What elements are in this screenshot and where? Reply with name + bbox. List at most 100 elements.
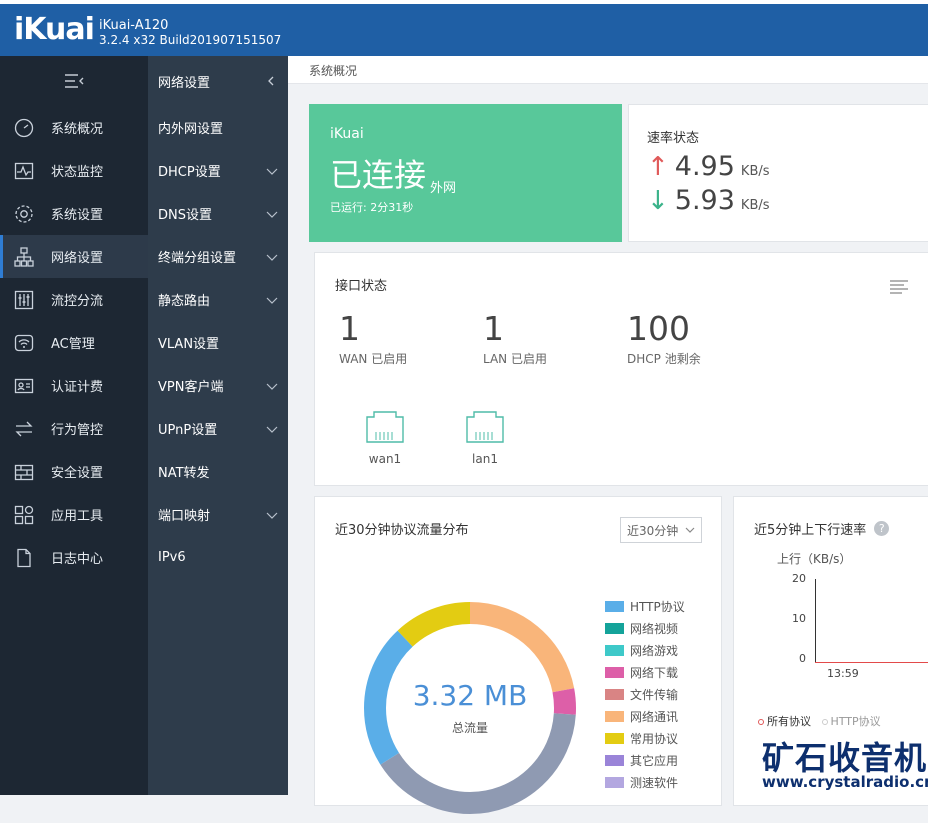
legend-label: 网络游戏	[630, 643, 679, 658]
legend-swatch	[605, 622, 624, 634]
connection-brand: iKuai	[330, 126, 364, 142]
arrow-down-icon: ↓	[647, 186, 669, 216]
gear-icon	[11, 203, 37, 225]
subnav-item[interactable]: 端口映射	[148, 493, 288, 536]
uptime-text: 已运行: 2分31秒	[330, 201, 414, 214]
legend-label: 网络视频	[630, 621, 679, 636]
port-label: wan1	[368, 452, 402, 466]
legend-label: 网络下载	[630, 665, 679, 680]
subnav-item[interactable]: UPnP设置	[148, 407, 288, 450]
list-menu-icon[interactable]	[890, 280, 908, 294]
legend-swatch	[605, 644, 624, 656]
network-tree-icon	[11, 246, 37, 268]
sidebar-item[interactable]: 网络设置	[0, 235, 148, 278]
sidebar-item-label: 流控分流	[51, 294, 104, 309]
sidebar-item[interactable]: 状态监控	[0, 149, 148, 192]
sidebar-item-label: 日志中心	[51, 552, 104, 567]
time-range-select[interactable]: 近30分钟	[620, 517, 702, 543]
subnav-item[interactable]: NAT转发	[148, 450, 288, 493]
subnav-item[interactable]: VPN客户端	[148, 364, 288, 407]
sidebar-item[interactable]: 系统概况	[0, 106, 148, 149]
main-sidebar: 系统概况状态监控系统设置 网络设置流控分流 AC管理 认证计费 行为管控 安全设置 应用工具…	[0, 56, 148, 795]
legend-dot-icon	[821, 719, 828, 725]
rate-legend: 所有协议 HTTP协议	[758, 713, 881, 729]
legend-item[interactable]: 常用协议	[605, 727, 685, 749]
sidebar-item[interactable]: AC管理	[0, 321, 148, 364]
port-wan1[interactable]: wan1	[355, 408, 415, 466]
subnav-header[interactable]: 网络设置	[148, 56, 288, 106]
subnav-item[interactable]: DNS设置	[148, 192, 288, 235]
subnav-item[interactable]: 静态路由	[148, 278, 288, 321]
subnav-item-label: 端口映射	[158, 509, 211, 524]
subnav-item[interactable]: 内外网设置	[148, 106, 288, 149]
wan-label: WAN 已启用	[339, 352, 408, 366]
wifi-ap-icon	[11, 332, 37, 354]
legend-item[interactable]: HTTP协议	[605, 595, 685, 617]
firewall-icon	[11, 461, 37, 483]
subnav-item[interactable]: 终端分组设置	[148, 235, 288, 278]
collapse-menu-icon[interactable]	[0, 56, 148, 106]
ethernet-port-icon	[466, 411, 504, 443]
legend-item[interactable]: 测速软件	[605, 771, 685, 793]
traffic-distribution-card: 近30分钟协议流量分布 近30分钟 3.32 MB 总流量 HTTP协议 网络视频…	[314, 496, 722, 814]
subnav-item[interactable]: IPv6	[148, 536, 288, 579]
brand-logo: iKuai	[14, 12, 95, 47]
gauge-icon	[11, 117, 37, 139]
legend-item[interactable]: 其它应用	[605, 749, 685, 771]
subnav-item-label: NAT转发	[158, 466, 210, 481]
sidebar-item[interactable]: 行为管控	[0, 407, 148, 450]
chevron-down-icon	[266, 168, 278, 175]
legend-http[interactable]: HTTP协议	[821, 715, 881, 728]
chevron-left-icon	[268, 76, 274, 86]
sidebar-item[interactable]: 系统设置	[0, 192, 148, 235]
protocol-legend: HTTP协议网络视频网络游戏网络下载文件传输 网络通讯 常用协议 其它应用 测速软件	[605, 595, 685, 793]
sidebar-item[interactable]: 应用工具	[0, 493, 148, 536]
chevron-down-icon	[266, 297, 278, 304]
connection-network: 外网	[430, 181, 457, 196]
legend-all-protocols[interactable]: 所有协议	[758, 715, 811, 728]
subnav-item[interactable]: VLAN设置	[148, 321, 288, 364]
download-speed: ↓ 5.93 KB/s	[647, 185, 770, 216]
legend-swatch	[605, 710, 624, 722]
chevron-down-icon	[685, 527, 695, 533]
legend-label: HTTP协议	[830, 715, 881, 728]
top-bar: iKuai iKuai-A120 3.2.4 x32 Build20190715…	[0, 0, 928, 56]
legend-swatch	[605, 732, 624, 744]
port-lan1[interactable]: lan1	[455, 408, 515, 466]
ethernet-port-icon	[366, 411, 404, 443]
chevron-down-icon	[266, 254, 278, 261]
download-value: 5.93	[674, 185, 735, 216]
rate-y-label: 上行（KB/s）	[777, 552, 852, 566]
sidebar-item-label: 状态监控	[51, 165, 104, 180]
sidebar-item[interactable]: 认证计费	[0, 364, 148, 407]
sidebar-item[interactable]: 流控分流	[0, 278, 148, 321]
apps-grid-icon	[11, 504, 37, 526]
document-icon	[11, 547, 37, 569]
device-model: iKuai-A120	[99, 18, 169, 33]
sidebar-item-label: 系统概况	[51, 122, 104, 137]
sidebar-item[interactable]: 安全设置	[0, 450, 148, 493]
dhcp-remaining: 100	[627, 309, 690, 348]
download-unit: KB/s	[740, 198, 770, 213]
legend-swatch	[605, 754, 624, 766]
interface-status-card: 接口状态 1 WAN 已启用 1 LAN 已启用 100 DHCP 池剩余 wa…	[314, 252, 928, 486]
subnav-item-label: VLAN设置	[158, 337, 220, 352]
id-card-icon	[11, 375, 37, 397]
legend-item[interactable]: 网络视频	[605, 617, 685, 639]
interface-title: 接口状态	[335, 279, 388, 294]
subnav-item[interactable]: DHCP设置	[148, 149, 288, 192]
upload-value: 4.95	[674, 151, 735, 182]
port-label: lan1	[472, 452, 498, 466]
upload-unit: KB/s	[740, 164, 770, 179]
chevron-down-icon	[266, 426, 278, 433]
traffic-title: 近30分钟协议流量分布	[335, 523, 469, 538]
legend-item[interactable]: 网络游戏	[605, 639, 685, 661]
legend-item[interactable]: 网络下载	[605, 661, 685, 683]
legend-item[interactable]: 网络通讯	[605, 705, 685, 727]
connection-card: iKuai 已连接 外网 已运行: 2分31秒	[309, 104, 622, 242]
rate-title: 近5分钟上下行速率 ?	[754, 519, 890, 538]
main-content: 系统概况 iKuai 已连接 外网 已运行: 2分31秒 速率状态 ↑ 4.95…	[288, 56, 928, 814]
sidebar-item[interactable]: 日志中心	[0, 536, 148, 579]
legend-item[interactable]: 文件传输	[605, 683, 685, 705]
help-icon[interactable]: ?	[874, 521, 890, 536]
